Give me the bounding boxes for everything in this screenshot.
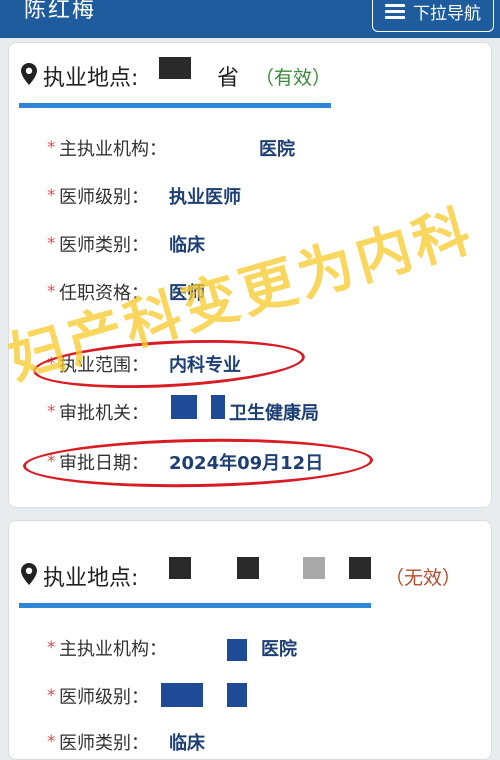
redacted-location [303, 557, 325, 579]
required-star: * [47, 138, 56, 158]
status-valid-badge: （有效） [255, 67, 332, 89]
required-star: * [47, 638, 56, 658]
top-app-bar: 陈红梅 下拉导航 [0, 0, 500, 38]
field-label: 医师类别： [59, 235, 149, 256]
status-invalid-badge: （无效） [385, 567, 462, 589]
red-circle-date [22, 435, 374, 491]
required-star: * [47, 234, 56, 254]
menu-icon [385, 1, 405, 22]
field-value: 临床 [169, 235, 205, 256]
practice-location-header: 执业地点: 省 （有效） [19, 55, 479, 95]
field-label: 主执业机构： [59, 639, 167, 660]
field-value: 医院 [261, 639, 297, 660]
required-star: * [47, 686, 56, 706]
practice-location-header: 执业地点: （无效） [19, 533, 479, 591]
dropdown-nav-button[interactable]: 下拉导航 [372, 0, 494, 32]
location-pin-icon [21, 563, 37, 585]
location-label: 执业地点: [43, 66, 139, 91]
field-value: 医院 [259, 139, 295, 160]
redacted-level [161, 683, 203, 707]
doctor-name-title: 陈红梅 [24, 0, 97, 23]
required-star: * [47, 282, 56, 302]
header-underline [19, 103, 331, 108]
field-value: 医师 [169, 283, 205, 304]
redacted-location [349, 557, 371, 579]
redacted-location [159, 57, 191, 79]
redacted-authority [171, 395, 197, 419]
required-star: * [47, 186, 56, 206]
field-label: 主执业机构： [59, 139, 167, 160]
field-value: 临床 [169, 733, 205, 754]
practice-card-2: 执业地点: （无效） * 主执业机构： 医院 * 医师级别： * 医师类别： 临… [8, 520, 492, 760]
practice-card-1: 执业地点: 省 （有效） * 主执业机构： 医院 * 医师级别： 执业医师 * … [8, 42, 492, 508]
dropdown-nav-label: 下拉导航 [413, 3, 481, 24]
field-label: 医师级别： [59, 187, 149, 208]
location-province: 省 [217, 66, 240, 91]
field-label: 审批机关： [59, 403, 149, 424]
field-label: 医师级别： [59, 687, 149, 708]
red-circle-scope [31, 333, 307, 395]
required-star: * [47, 402, 56, 422]
field-label: 任职资格： [59, 283, 149, 304]
required-star: * [47, 732, 56, 752]
field-value: 卫生健康局 [229, 403, 319, 424]
redacted-level [227, 683, 247, 707]
location-label: 执业地点: [43, 566, 139, 591]
redacted-authority [211, 395, 225, 419]
location-pin-icon [21, 63, 37, 85]
field-value: 执业医师 [169, 187, 241, 208]
redacted-location [237, 557, 259, 579]
redacted-location [169, 557, 191, 579]
header-underline [19, 603, 371, 608]
redacted-institution [227, 639, 247, 661]
field-label: 医师类别： [59, 733, 149, 754]
